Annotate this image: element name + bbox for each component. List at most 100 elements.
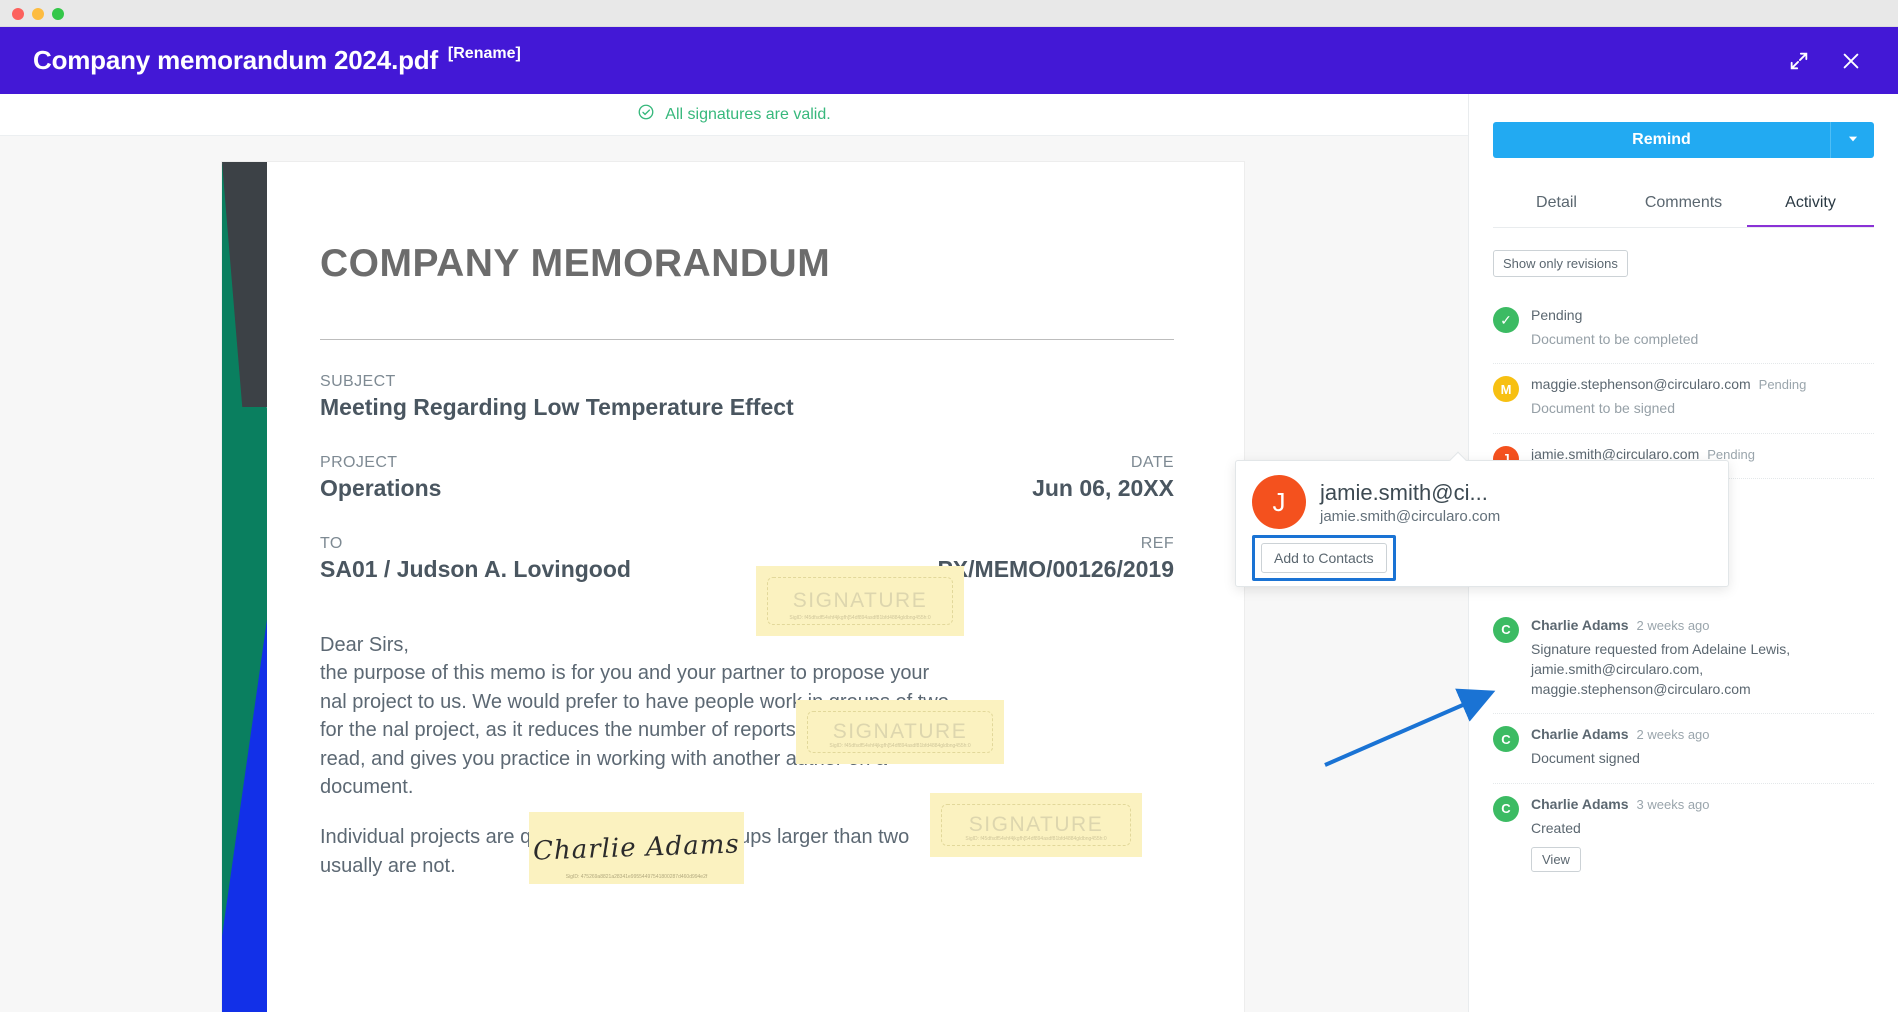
expand-icon[interactable]: [1788, 50, 1810, 72]
activity-item: M maggie.stephenson@circularo.com Pendin…: [1493, 364, 1874, 434]
activity-description: Document to be completed: [1531, 331, 1699, 347]
activity-status: Pending: [1758, 377, 1807, 393]
field-ref: REF PX/MEMO/00126/2019: [937, 535, 1174, 583]
tab-comments[interactable]: Comments: [1620, 194, 1747, 227]
page-decorative-stripes: [222, 162, 267, 1012]
field-date: DATE Jun 06, 20XX: [1032, 454, 1174, 502]
activity-timestamp: 2 weeks ago: [1636, 727, 1710, 743]
contact-name: jamie.smith@ci...: [1320, 479, 1488, 505]
contact-email: jamie.smith@circularo.com: [1320, 507, 1501, 525]
activity-body: Charlie Adams 2 weeks ago Signature requ…: [1531, 617, 1874, 700]
activity-actor[interactable]: Charlie Adams: [1531, 617, 1629, 633]
panel-tabs: Detail Comments Activity: [1493, 194, 1874, 228]
app-header: Company memorandum 2024.pdf [Rename]: [0, 27, 1898, 94]
avatar: J: [1252, 475, 1306, 529]
field-value: Operations: [320, 475, 442, 501]
field-value: PX/MEMO/00126/2019: [937, 556, 1174, 582]
avatar: C: [1493, 795, 1519, 822]
field-label: TO: [320, 535, 343, 552]
field-label: SUBJECT: [320, 373, 396, 390]
activity-body: Charlie Adams 3 weeks ago Created View: [1531, 796, 1874, 873]
activity-header: Charlie Adams 2 weeks ago: [1531, 726, 1874, 742]
avatar: ✓: [1493, 307, 1519, 333]
field-row-to-ref: TO SA01 / Judson A. Lovingood REF PX/MEM…: [320, 535, 1174, 583]
activity-item: C Charlie Adams 3 weeks ago Created View: [1493, 784, 1874, 886]
avatar: M: [1493, 376, 1519, 403]
signature-word: SIGNATURE: [792, 589, 928, 612]
zoom-window-button[interactable]: [52, 8, 64, 20]
activity-item: C Charlie Adams 2 weeks ago Document sig…: [1493, 714, 1874, 784]
window-title-bar: [0, 0, 1898, 27]
close-window-button[interactable]: [12, 8, 24, 20]
activity-timestamp: 2 weeks ago: [1636, 617, 1710, 633]
signature-id: SigID: 475269a8821a28341e995544975418002…: [565, 874, 708, 880]
document-page: COMPANY MEMORANDUM SUBJECT Meeting Regar…: [222, 162, 1244, 1012]
signature-box: SIGNATURE SigID: f45dfsdf54vhf4jkgfh[54d…: [941, 804, 1131, 846]
popover-identity: J jamie.smith@ci... jamie.smith@circular…: [1252, 475, 1712, 529]
signature-id: SigID: f45dfsdf54vhf4jkgfh[54df894asdf81…: [829, 743, 971, 749]
activity-actor[interactable]: Charlie Adams: [1531, 726, 1629, 742]
field-value: Jun 06, 20XX: [1032, 475, 1174, 501]
signature-placeholder[interactable]: SIGNATURE SigID: f45dfsdf54vhf4jkgfh[54d…: [796, 700, 1004, 764]
minimize-window-button[interactable]: [32, 8, 44, 20]
activity-header: Charlie Adams 2 weeks ago: [1531, 617, 1874, 633]
app-root: Company memorandum 2024.pdf [Rename] All…: [0, 0, 1898, 1012]
remind-button[interactable]: Remind: [1493, 122, 1830, 158]
activity-actor[interactable]: maggie.stephenson@circularo.com: [1531, 376, 1751, 392]
activity-body: maggie.stephenson@circularo.com Pending …: [1531, 376, 1874, 418]
activity-list: ✓ Pending Document to be completed M mag…: [1235, 295, 1874, 886]
activity-actor: Pending: [1531, 307, 1583, 323]
document-title: Company memorandum 2024.pdf: [33, 45, 438, 75]
signature-word: SIGNATURE: [832, 720, 968, 743]
remind-dropdown-button[interactable]: [1830, 122, 1874, 158]
field-label: DATE: [1130, 454, 1174, 471]
add-to-contacts-button[interactable]: Add to Contacts: [1261, 543, 1387, 573]
popover-text: jamie.smith@ci... jamie.smith@circularo.…: [1320, 480, 1500, 525]
page-content: COMPANY MEMORANDUM SUBJECT Meeting Regar…: [320, 162, 1174, 880]
add-to-contacts-highlight: Add to Contacts: [1252, 535, 1396, 581]
avatar: C: [1493, 726, 1519, 753]
activity-body: Pending Document to be completed: [1531, 307, 1874, 349]
contact-popover: J jamie.smith@ci... jamie.smith@circular…: [1235, 451, 1729, 587]
view-button[interactable]: View: [1531, 847, 1581, 873]
remind-button-group: Remind: [1493, 122, 1874, 158]
show-only-revisions-button[interactable]: Show only revisions: [1493, 250, 1628, 277]
activity-description: Document signed: [1531, 750, 1640, 767]
activity-actor[interactable]: Charlie Adams: [1531, 796, 1629, 812]
activity-description: Document to be signed: [1531, 400, 1675, 417]
header-actions: [1788, 50, 1862, 72]
field-label: REF: [1140, 535, 1174, 552]
activity-item: ✓ Pending Document to be completed: [1493, 295, 1874, 365]
check-circle-icon: [637, 103, 655, 126]
signature-box: SIGNATURE SigID: f45dfsdf54vhf4jkgfh[54d…: [767, 577, 953, 625]
signature-placeholder[interactable]: SIGNATURE SigID: f45dfsdf54vhf4jkgfh[54d…: [930, 793, 1142, 857]
field-row-project-date: PROJECT Operations DATE Jun 06, 20XX: [320, 454, 1174, 502]
signature-box: SIGNATURE SigID: f45dfsdf54vhf4jkgfh[54d…: [807, 711, 993, 753]
field-value: SA01 / Judson A. Lovingood: [320, 556, 631, 582]
signature-name: Charlie Adams: [532, 829, 741, 867]
memo-divider: [320, 339, 1174, 340]
inked-signature[interactable]: Charlie Adams SigID: 475269a8821a28341e9…: [529, 812, 744, 884]
activity-header: Charlie Adams 3 weeks ago: [1531, 796, 1874, 812]
tab-detail[interactable]: Detail: [1493, 194, 1620, 227]
activity-header: Pending: [1531, 307, 1874, 323]
field-label: PROJECT: [320, 454, 398, 471]
signature-id: SigID: f45dfsdf54vhf4jkgfh[54df894asdf81…: [965, 836, 1107, 842]
activity-item: C Charlie Adams 2 weeks ago Signature re…: [1493, 605, 1874, 715]
field-subject: SUBJECT Meeting Regarding Low Temperatur…: [320, 373, 1174, 421]
signature-placeholder[interactable]: SIGNATURE SigID: f45dfsdf54vhf4jkgfh[54d…: [756, 566, 964, 636]
right-sidebar: Remind Detail Comments Activity Show onl…: [1235, 94, 1898, 1012]
validity-text: All signatures are valid.: [665, 105, 831, 123]
memo-heading: COMPANY MEMORANDUM: [320, 242, 831, 285]
traffic-lights: [12, 8, 64, 20]
signature-id: SigID: f45dfsdf54vhf4jkgfh[54df894asdf81…: [789, 615, 931, 621]
activity-header: maggie.stephenson@circularo.com Pending: [1531, 376, 1874, 392]
activity-timestamp: 3 weeks ago: [1636, 796, 1710, 812]
rename-link[interactable]: [Rename]: [448, 45, 521, 63]
tab-activity[interactable]: Activity: [1747, 194, 1874, 227]
close-icon[interactable]: [1840, 50, 1862, 72]
activity-description: Created: [1531, 819, 1581, 836]
signature-validity-banner: All signatures are valid.: [0, 94, 1468, 136]
chevron-down-icon: [1846, 132, 1860, 149]
field-value: Meeting Regarding Low Temperature Effect: [320, 394, 794, 420]
